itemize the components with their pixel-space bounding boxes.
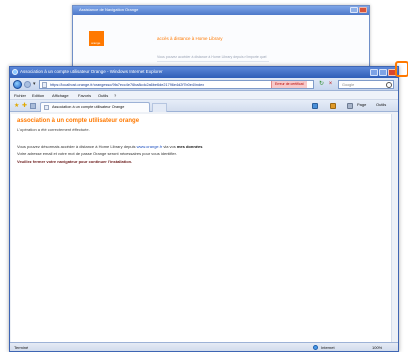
credentials-paragraph: Votre adresse email et votre mot de pass… <box>17 151 177 156</box>
tab-bar: ★ ✚ Association à un compte utilisateur … <box>10 100 398 112</box>
success-message: L'opération a été correctement éffectuée… <box>17 127 90 132</box>
background-dialog-heading: accès à distance à Home Library <box>157 36 223 41</box>
close-button[interactable] <box>359 7 367 13</box>
orange-logo-text: orange <box>91 41 101 45</box>
favorites-star-icon[interactable]: ★ <box>14 103 19 109</box>
search-input[interactable]: Google <box>338 80 394 89</box>
browser-titlebar: Association à un compte utilisateur Oran… <box>10 67 398 78</box>
background-dialog-window: Assistance de Navigation Orange orange a… <box>72 5 370 71</box>
url-text: https://localhost.orange.fr/orangesso/9f… <box>50 82 205 87</box>
menu-item-favorites[interactable]: Favoris <box>78 93 91 98</box>
browser-window: Association à un compte utilisateur Oran… <box>9 66 399 352</box>
status-bar: Terminé Internet 100% <box>10 342 398 351</box>
tab-active[interactable]: Association à un compte utilisateur Oran… <box>40 102 150 112</box>
home-icon[interactable] <box>312 103 318 109</box>
minimize-button[interactable] <box>350 7 358 13</box>
maximize-button[interactable] <box>379 69 387 76</box>
address-toolbar: ▾ https://localhost.orange.fr/orangesso/… <box>10 78 398 91</box>
access-text: Vous pouvez désormais accéder à distance… <box>17 144 137 149</box>
stop-icon[interactable]: × <box>327 81 334 88</box>
forward-button[interactable] <box>24 81 31 88</box>
highlight-marker <box>395 61 408 77</box>
search-placeholder: Google <box>342 82 355 87</box>
refresh-icon[interactable]: ↻ <box>318 81 325 88</box>
menu-item-help[interactable]: ? <box>114 93 116 98</box>
orange-link[interactable]: www.orange.fr <box>137 144 163 149</box>
orange-logo-icon: orange <box>89 31 104 46</box>
page-title: association à un compte utilisateur oran… <box>17 118 140 124</box>
access-text-suffix: via vos <box>162 144 177 149</box>
background-dialog-text: Vous pouvez accéder à distance à Home Li… <box>157 55 267 59</box>
address-input[interactable]: https://localhost.orange.fr/orangesso/9f… <box>39 80 314 89</box>
scrollbar[interactable] <box>391 114 397 342</box>
menu-item-edit[interactable]: Edition <box>32 93 44 98</box>
certificate-error-badge[interactable]: Erreur de certificat <box>271 81 307 88</box>
security-zone: Internet <box>321 345 335 350</box>
page-menu[interactable]: Page <box>357 102 366 107</box>
add-favorites-icon[interactable]: ✚ <box>22 103 27 109</box>
mes-donnees-text: mes données <box>176 144 203 149</box>
background-dialog-body: orange accès à distance à Home Library V… <box>73 15 369 70</box>
access-paragraph: Vous pouvez désormais accéder à distance… <box>17 144 202 149</box>
tab-label: Association à un compte utilisateur Oran… <box>52 105 125 109</box>
chevron-down-icon[interactable]: ▾ <box>33 81 36 87</box>
page-icon <box>42 82 47 88</box>
close-browser-instruction: Veuillez fermer votre navigateur pour co… <box>17 159 133 164</box>
menu-item-tools[interactable]: Outils <box>98 93 108 98</box>
search-icon[interactable] <box>386 82 392 88</box>
globe-icon <box>313 345 318 350</box>
quick-tabs-icon[interactable] <box>30 103 36 109</box>
menu-bar: Fichier Edition Affichage Favoris Outils… <box>10 91 398 100</box>
menu-item-file[interactable]: Fichier <box>14 93 26 98</box>
internet-explorer-icon <box>12 69 18 75</box>
menu-item-view[interactable]: Affichage <box>52 93 69 98</box>
background-dialog-title: Assistance de Navigation Orange <box>79 7 139 12</box>
divider <box>157 61 269 62</box>
background-dialog-titlebar: Assistance de Navigation Orange <box>73 6 369 15</box>
feeds-icon[interactable] <box>330 103 336 109</box>
zoom-level[interactable]: 100% <box>372 345 382 350</box>
status-text: Terminé <box>14 345 29 350</box>
tools-menu[interactable]: Outils <box>376 102 386 107</box>
new-tab-button[interactable] <box>152 103 167 112</box>
print-icon[interactable] <box>347 103 353 109</box>
page-icon <box>44 105 49 110</box>
minimize-button[interactable] <box>370 69 378 76</box>
back-button[interactable] <box>13 80 22 89</box>
page-content: association à un compte utilisateur oran… <box>11 114 397 342</box>
window-title: Association à un compte utilisateur Oran… <box>20 69 163 74</box>
